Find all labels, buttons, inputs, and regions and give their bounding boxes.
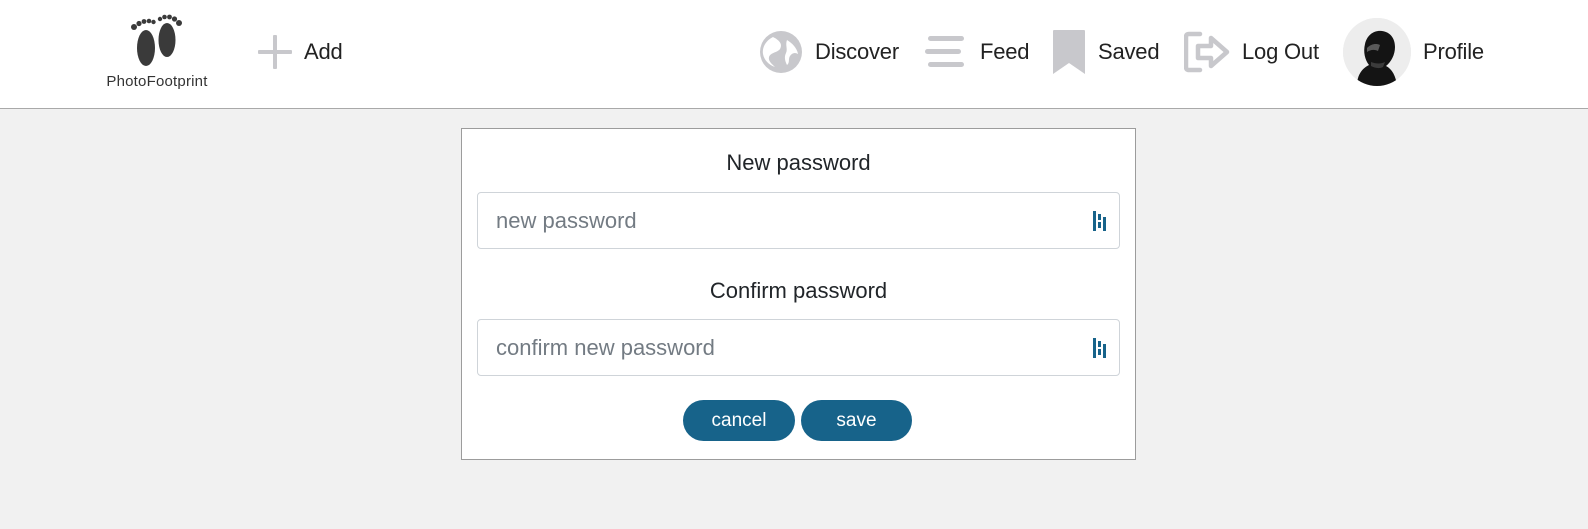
nav-logout-label: Log Out [1242,39,1319,64]
password-manager-icon[interactable] [1092,338,1110,358]
change-password-card: New password Confirm password cancel sav… [461,128,1136,460]
cancel-button[interactable]: cancel [683,400,795,441]
bookmark-icon [1052,29,1086,75]
avatar-portrait-image [1343,18,1411,86]
nav-logout[interactable]: Log Out [1184,18,1319,86]
brand-logo-link[interactable]: PhotoFootprint [96,14,218,94]
new-password-input[interactable] [478,193,1119,248]
confirm-password-input[interactable] [478,320,1119,375]
nav-feed[interactable]: Feed [924,18,1030,86]
nav-profile[interactable]: Profile [1343,18,1484,86]
nav-add[interactable]: Add [256,18,343,86]
footprints-icon [131,14,182,66]
confirm-password-field-wrapper [477,319,1120,376]
avatar [1343,18,1411,86]
confirm-password-label: Confirm password [709,278,888,303]
top-navbar: PhotoFootprint Add Discover Feed Saved L… [0,0,1588,109]
new-password-field-wrapper [477,192,1120,249]
nav-discover[interactable]: Discover [759,18,899,86]
menu-lines-icon [924,32,968,72]
nav-saved[interactable]: Saved [1052,18,1160,86]
brand-name: PhotoFootprint [106,73,208,90]
nav-saved-label: Saved [1098,39,1160,64]
save-button[interactable]: save [801,400,912,441]
nav-discover-label: Discover [815,39,899,64]
globe-icon [759,30,803,74]
password-manager-icon[interactable] [1092,211,1110,231]
nav-profile-label: Profile [1423,39,1484,64]
nav-add-label: Add [304,39,343,64]
plus-icon [256,33,294,71]
logout-arrow-icon [1184,31,1230,73]
nav-feed-label: Feed [980,39,1030,64]
new-password-label: New password [726,150,871,175]
